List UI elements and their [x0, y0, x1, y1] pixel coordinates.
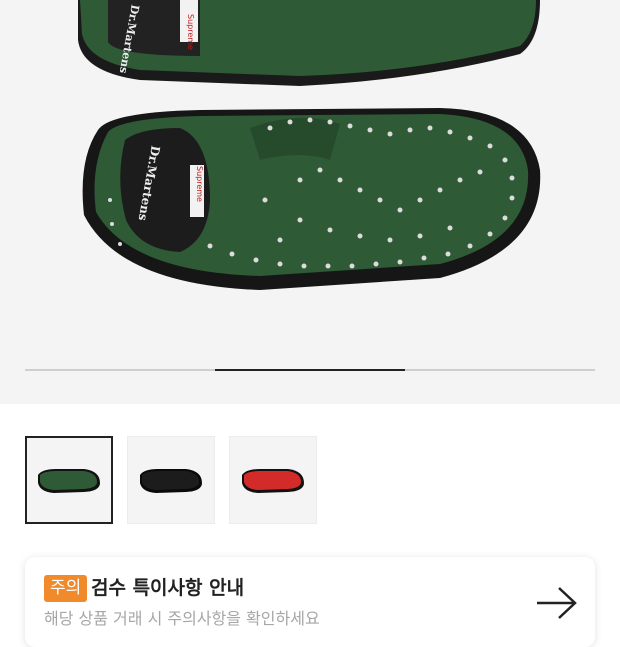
product-image: Supreme Dr.Martens Supreme Dr.Martens	[78, 0, 541, 290]
notice-title: 검수 특이사항 안내	[91, 577, 245, 599]
notice-subtitle: 해당 상품 거래 시 주의사항을 확인하세요	[44, 609, 320, 628]
black-loafer-icon	[140, 469, 202, 493]
product-image-carousel[interactable]: Supreme Dr.Martens Supreme Dr.Martens	[0, 0, 620, 404]
thumbnail-green[interactable]	[25, 436, 113, 524]
caution-badge: 주의	[44, 575, 88, 602]
shoe-bottom: Supreme Dr.Martens	[82, 108, 541, 290]
thumbnail-black[interactable]	[127, 436, 215, 524]
inspection-notice-card[interactable]: 주의 검수 특이사항 안내 해당 상품 거래 시 주의사항을 확인하세요	[25, 557, 595, 647]
arrow-right-icon[interactable]	[535, 585, 579, 621]
green-loafer-icon	[38, 469, 100, 493]
pager-segment-2-active[interactable]	[215, 369, 405, 371]
shoe-top: Supreme Dr.Martens	[78, 0, 540, 86]
svg-text:Supreme: Supreme	[195, 166, 204, 202]
pager-segment-1[interactable]	[25, 369, 215, 371]
thumbnail-red[interactable]	[229, 436, 317, 524]
carousel-pager	[25, 369, 595, 371]
red-loafer-icon	[242, 469, 304, 493]
pager-segment-3[interactable]	[405, 369, 595, 371]
svg-text:Supreme: Supreme	[186, 14, 195, 50]
